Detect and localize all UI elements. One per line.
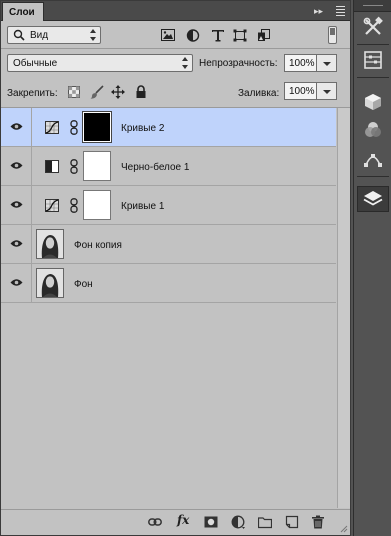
eye-icon <box>10 162 23 169</box>
3d-cube-icon <box>365 94 381 110</box>
layer-row[interactable]: Кривые 2 <box>1 108 336 147</box>
smart-object-filter-icon[interactable] <box>257 29 271 42</box>
shape-layer-filter-icon[interactable] <box>233 29 247 42</box>
filter-toggle-switch[interactable] <box>328 26 337 44</box>
search-icon <box>13 29 25 41</box>
add-layer-style-fx-button[interactable]: fx <box>177 513 197 527</box>
properties-icon-glyph <box>364 51 382 69</box>
opacity-label: Непрозрачность: <box>199 58 278 69</box>
new-layer-icon[interactable] <box>285 515 299 529</box>
layer-photo-thumbnail[interactable] <box>36 229 64 259</box>
visibility-toggle[interactable] <box>1 225 32 263</box>
filter-kind-select[interactable]: Вид <box>7 26 101 44</box>
resize-grip-icon[interactable] <box>340 525 348 533</box>
eye-icon <box>10 123 23 130</box>
layers-stack-icon <box>363 191 383 206</box>
layers-icon[interactable] <box>357 186 389 212</box>
delete-layer-trash-icon[interactable] <box>311 515 325 529</box>
mask-link-chain-icon[interactable] <box>70 198 78 213</box>
portrait-image <box>37 230 63 258</box>
lock-all-padlock-icon[interactable] <box>134 85 148 99</box>
filter-row: Вид <box>1 22 350 48</box>
lock-transparent-pixels-icon[interactable] <box>67 85 81 99</box>
layer-row[interactable]: Кривые 1 <box>1 186 336 225</box>
layer-mask-thumbnail[interactable] <box>83 190 111 220</box>
channels-circles-icon <box>365 122 381 137</box>
filter-kind-label: Вид <box>30 29 49 41</box>
mask-link-chain-icon[interactable] <box>70 120 78 135</box>
paths-pen-icon <box>364 154 382 167</box>
lock-image-pixels-brush-icon[interactable] <box>90 85 104 99</box>
tools-icon-glyph <box>363 16 383 35</box>
properties-icon[interactable] <box>357 47 389 73</box>
blend-mode-label: Обычные <box>13 57 58 69</box>
panel-menu-button[interactable] <box>332 4 346 17</box>
blend-mode-select[interactable]: Обычные <box>7 54 193 72</box>
tab-layers[interactable]: Слои <box>2 2 44 21</box>
new-adjustment-layer-icon[interactable] <box>231 515 245 529</box>
new-group-folder-icon[interactable] <box>258 515 272 529</box>
visibility-toggle[interactable] <box>1 186 32 224</box>
layers-panel: Слои ▸▸ Вид Обычные Непрозрачность: 100%… <box>0 0 351 536</box>
eye-icon <box>10 240 23 247</box>
layer-list: Кривые 2 Черно-белое 1 Кривые 1 Фон копи… <box>1 108 350 508</box>
layer-row[interactable]: Черно-белое 1 <box>1 147 336 186</box>
divider <box>1 48 350 49</box>
layer-name[interactable]: Фон копия <box>74 240 122 251</box>
adjustment-layer-filter-icon[interactable] <box>186 29 200 42</box>
pixel-layer-filter-icon[interactable] <box>161 29 175 42</box>
layers-bottom-toolbar: fx <box>1 509 350 535</box>
curves-adjustment-icon[interactable] <box>45 199 59 212</box>
panel-tab-bar: Слои ▸▸ <box>1 1 350 21</box>
visibility-toggle[interactable] <box>1 264 32 302</box>
panel-dock <box>353 0 391 536</box>
fill-dropdown-button[interactable] <box>317 82 337 100</box>
dock-divider <box>357 77 389 78</box>
layer-row[interactable]: Фон <box>1 264 336 303</box>
fill-label: Заливка: <box>238 88 280 99</box>
lock-label: Закрепить: <box>7 88 58 99</box>
updown-arrows-icon <box>90 29 96 41</box>
tools-icon[interactable] <box>357 14 389 40</box>
visibility-toggle[interactable] <box>1 108 32 146</box>
black-white-adjustment-icon[interactable] <box>45 160 59 173</box>
layer-row[interactable]: Фон копия <box>1 225 336 264</box>
visibility-toggle[interactable] <box>1 147 32 185</box>
dock-divider <box>357 44 389 45</box>
eye-icon <box>10 201 23 208</box>
layer-mask-thumbnail[interactable] <box>83 151 111 181</box>
dock-grip[interactable] <box>354 0 391 12</box>
add-layer-mask-icon[interactable] <box>204 515 218 529</box>
layer-name[interactable]: Черно-белое 1 <box>121 162 189 173</box>
paths-icon[interactable] <box>357 146 389 172</box>
layer-name[interactable]: Кривые 2 <box>121 123 164 134</box>
opacity-dropdown-button[interactable] <box>317 54 337 72</box>
type-layer-filter-icon[interactable] <box>211 29 225 42</box>
layer-mask-thumbnail[interactable] <box>82 111 112 143</box>
curves-adjustment-icon[interactable] <box>45 121 59 134</box>
lock-position-move-icon[interactable] <box>111 85 125 99</box>
portrait-image <box>37 269 63 297</box>
fill-field[interactable]: 100% <box>284 82 317 100</box>
channels-icon[interactable] <box>357 117 389 143</box>
layer-name[interactable]: Фон <box>74 279 93 290</box>
mask-link-chain-icon[interactable] <box>70 159 78 174</box>
layer-list-scrollbar[interactable] <box>337 108 350 508</box>
dock-divider <box>357 176 389 177</box>
eye-icon <box>10 279 23 286</box>
opacity-field[interactable]: 100% <box>284 54 317 72</box>
layer-name[interactable]: Кривые 1 <box>121 201 164 212</box>
layer-photo-thumbnail[interactable] <box>36 268 64 298</box>
collapse-panel-button[interactable]: ▸▸ <box>314 5 326 17</box>
updown-arrows-icon <box>182 57 188 69</box>
link-layers-icon[interactable] <box>148 515 162 529</box>
3d-icon[interactable] <box>357 89 389 115</box>
